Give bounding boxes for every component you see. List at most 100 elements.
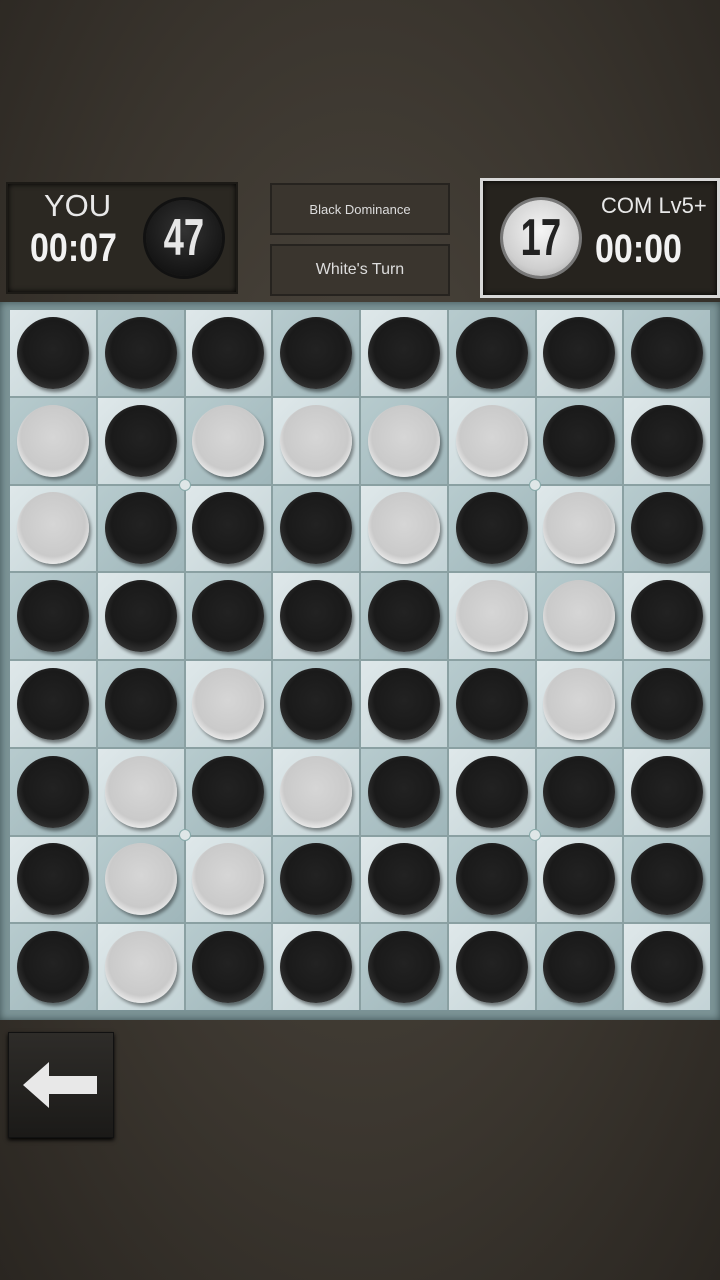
board-cell[interactable]	[624, 485, 710, 572]
board-cell[interactable]	[97, 485, 184, 572]
board-cell[interactable]	[185, 836, 272, 923]
board-star-point	[179, 829, 191, 841]
board-cell[interactable]	[448, 836, 535, 923]
player-name: YOU	[44, 188, 112, 223]
black-piece	[104, 404, 177, 477]
board-cell[interactable]	[10, 924, 96, 1010]
black-piece	[455, 667, 528, 740]
board-cell[interactable]	[361, 573, 447, 659]
board-cell[interactable]	[624, 310, 710, 396]
black-piece	[631, 316, 704, 389]
player-panel: YOU 00:07 47	[6, 182, 238, 294]
board-cell[interactable]	[10, 310, 96, 396]
white-piece	[455, 404, 528, 477]
board-cell[interactable]	[97, 836, 184, 923]
board-cell[interactable]	[273, 573, 359, 659]
black-piece	[543, 404, 616, 477]
board-cell[interactable]	[624, 661, 710, 747]
board-cell[interactable]	[273, 485, 359, 572]
board-cell[interactable]	[10, 748, 96, 835]
board-cell[interactable]	[185, 310, 272, 396]
black-piece	[192, 316, 265, 389]
board-cell[interactable]	[536, 748, 623, 835]
board-cell[interactable]	[361, 924, 447, 1010]
board-cell[interactable]	[448, 661, 535, 747]
board-cell[interactable]	[10, 485, 96, 572]
board-cell[interactable]	[273, 397, 359, 484]
board-cell[interactable]	[536, 573, 623, 659]
back-button[interactable]	[8, 1032, 114, 1138]
board-cell[interactable]	[361, 836, 447, 923]
white-piece	[104, 931, 177, 1004]
board-cell[interactable]	[448, 310, 535, 396]
board-cell[interactable]	[97, 310, 184, 396]
board-cell[interactable]	[536, 924, 623, 1010]
white-piece	[543, 667, 616, 740]
board-cell[interactable]	[185, 661, 272, 747]
board-cell[interactable]	[185, 924, 272, 1010]
board-cell[interactable]	[448, 924, 535, 1010]
board-cell[interactable]	[185, 485, 272, 572]
board-cell[interactable]	[536, 485, 623, 572]
opponent-score-disc: 17	[503, 200, 579, 276]
white-piece	[192, 404, 265, 477]
black-piece	[367, 667, 440, 740]
black-piece	[631, 404, 704, 477]
board-cell[interactable]	[536, 397, 623, 484]
board-cell[interactable]	[97, 748, 184, 835]
arrow-left-icon	[23, 1062, 97, 1108]
board-cell[interactable]	[624, 573, 710, 659]
board-cell[interactable]	[97, 924, 184, 1010]
black-piece	[16, 931, 89, 1004]
board-cell[interactable]	[536, 310, 623, 396]
board-cell[interactable]	[448, 485, 535, 572]
board-cell[interactable]	[97, 661, 184, 747]
board-cell[interactable]	[273, 748, 359, 835]
board-cell[interactable]	[361, 310, 447, 396]
white-piece	[455, 580, 528, 653]
board-cell[interactable]	[185, 397, 272, 484]
white-piece	[104, 843, 177, 916]
white-piece	[16, 404, 89, 477]
black-piece	[455, 931, 528, 1004]
player-score-disc: 47	[146, 200, 222, 276]
board-cell[interactable]	[10, 661, 96, 747]
white-piece	[367, 404, 440, 477]
black-piece	[16, 755, 89, 828]
board-cell[interactable]	[10, 836, 96, 923]
board-cell[interactable]	[273, 836, 359, 923]
board-cell[interactable]	[361, 748, 447, 835]
board-cell[interactable]	[361, 397, 447, 484]
board-cell[interactable]	[448, 397, 535, 484]
black-piece	[16, 667, 89, 740]
board-cell[interactable]	[536, 836, 623, 923]
board-cell[interactable]	[185, 573, 272, 659]
black-piece	[104, 316, 177, 389]
board-cell[interactable]	[361, 485, 447, 572]
board-cell[interactable]	[97, 573, 184, 659]
board-cell[interactable]	[448, 748, 535, 835]
black-piece	[631, 843, 704, 916]
board-cell[interactable]	[273, 661, 359, 747]
board-cell[interactable]	[185, 748, 272, 835]
black-piece	[280, 667, 353, 740]
board-cell[interactable]	[97, 397, 184, 484]
black-piece	[455, 755, 528, 828]
board-cell[interactable]	[536, 661, 623, 747]
black-piece	[543, 931, 616, 1004]
board-star-point	[529, 829, 541, 841]
board-star-point	[529, 479, 541, 491]
board-cell[interactable]	[624, 397, 710, 484]
board-cell[interactable]	[448, 573, 535, 659]
board-cell[interactable]	[361, 661, 447, 747]
board-cell[interactable]	[273, 310, 359, 396]
board-cell[interactable]	[624, 836, 710, 923]
black-piece	[280, 843, 353, 916]
board-cell[interactable]	[10, 573, 96, 659]
black-piece	[543, 316, 616, 389]
board-cell[interactable]	[624, 924, 710, 1010]
board-cell[interactable]	[10, 397, 96, 484]
board-cell[interactable]	[273, 924, 359, 1010]
board-cell[interactable]	[624, 748, 710, 835]
black-piece	[631, 931, 704, 1004]
